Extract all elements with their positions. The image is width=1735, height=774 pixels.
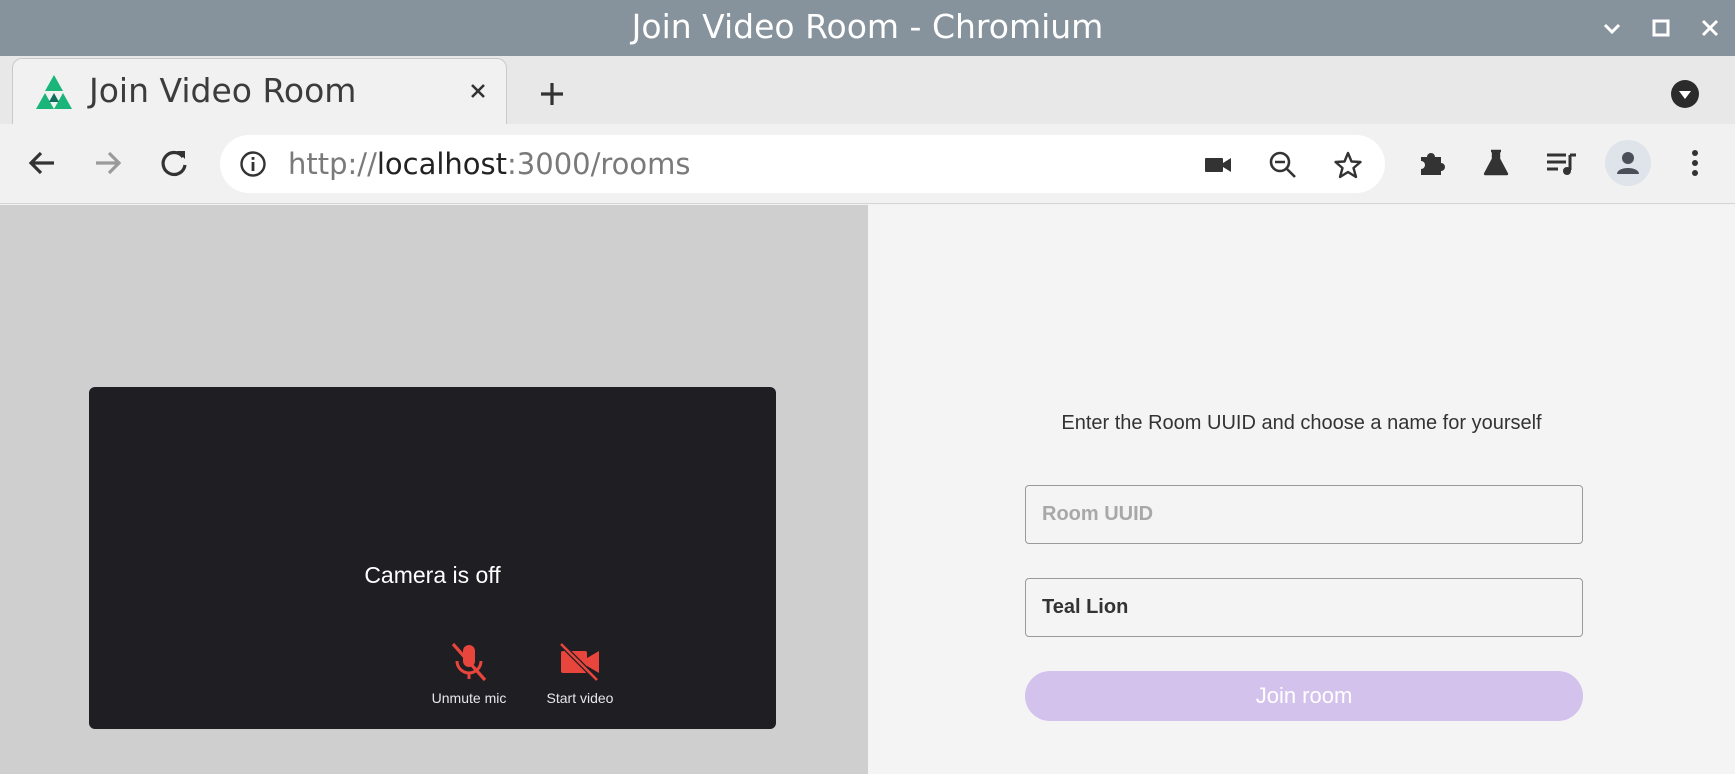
camera-icon[interactable] [1198,145,1238,185]
minimize-icon[interactable] [1596,12,1628,44]
zoom-out-icon[interactable] [1263,145,1303,185]
triangle-logo-icon [33,73,75,115]
url-path: :3000/rooms [507,147,691,181]
window-title: Join Video Room - Chromium [631,7,1104,46]
preview-pane: Camera is off Unmute mic Start video [0,205,868,774]
mic-off-icon [414,640,524,684]
star-icon[interactable] [1328,145,1368,185]
close-tab-icon[interactable] [462,75,494,107]
back-icon[interactable] [19,140,65,186]
video-off-icon [525,640,635,684]
start-video-button[interactable]: Start video [525,640,635,706]
form-instruction: Enter the Room UUID and choose a name fo… [868,412,1735,435]
tab-search-icon[interactable] [1665,74,1705,114]
display-name-input[interactable] [1025,578,1583,637]
menu-icon[interactable] [1672,140,1718,186]
join-form-pane: Enter the Room UUID and choose a name fo… [868,205,1735,774]
maximize-icon[interactable] [1645,12,1677,44]
labs-icon[interactable] [1473,140,1519,186]
url-text[interactable]: http://localhost:3000/rooms [288,147,691,181]
form-instruction-text: Enter the Room UUID and choose a name fo… [1061,412,1542,434]
camera-status: Camera is off [364,562,501,588]
tab-join-video-room[interactable]: Join Video Room [12,58,507,126]
room-uuid-input[interactable] [1025,485,1583,544]
new-tab-icon[interactable] [530,72,574,116]
profile-icon[interactable] [1605,140,1651,186]
url-host: localhost [376,147,508,181]
browser-toolbar: http://localhost:3000/rooms [0,124,1735,204]
video-preview: Camera is off Unmute mic Start video [89,387,776,729]
start-video-label: Start video [546,690,614,706]
media-queue-icon[interactable] [1538,140,1584,186]
address-bar[interactable]: http://localhost:3000/rooms [220,135,1385,193]
close-window-icon[interactable] [1694,12,1726,44]
forward-icon[interactable] [85,140,131,186]
window-title-bar: Join Video Room - Chromium [0,0,1735,56]
url-scheme: http:// [288,147,377,181]
tab-title: Join Video Room [89,71,357,110]
tab-strip: Join Video Room [0,56,1735,126]
unmute-mic-button[interactable]: Unmute mic [414,640,524,706]
join-room-button[interactable]: Join room [1025,671,1583,721]
reload-icon[interactable] [151,140,197,186]
extensions-icon[interactable] [1408,140,1454,186]
info-icon[interactable] [236,147,270,181]
unmute-mic-label: Unmute mic [431,690,507,706]
